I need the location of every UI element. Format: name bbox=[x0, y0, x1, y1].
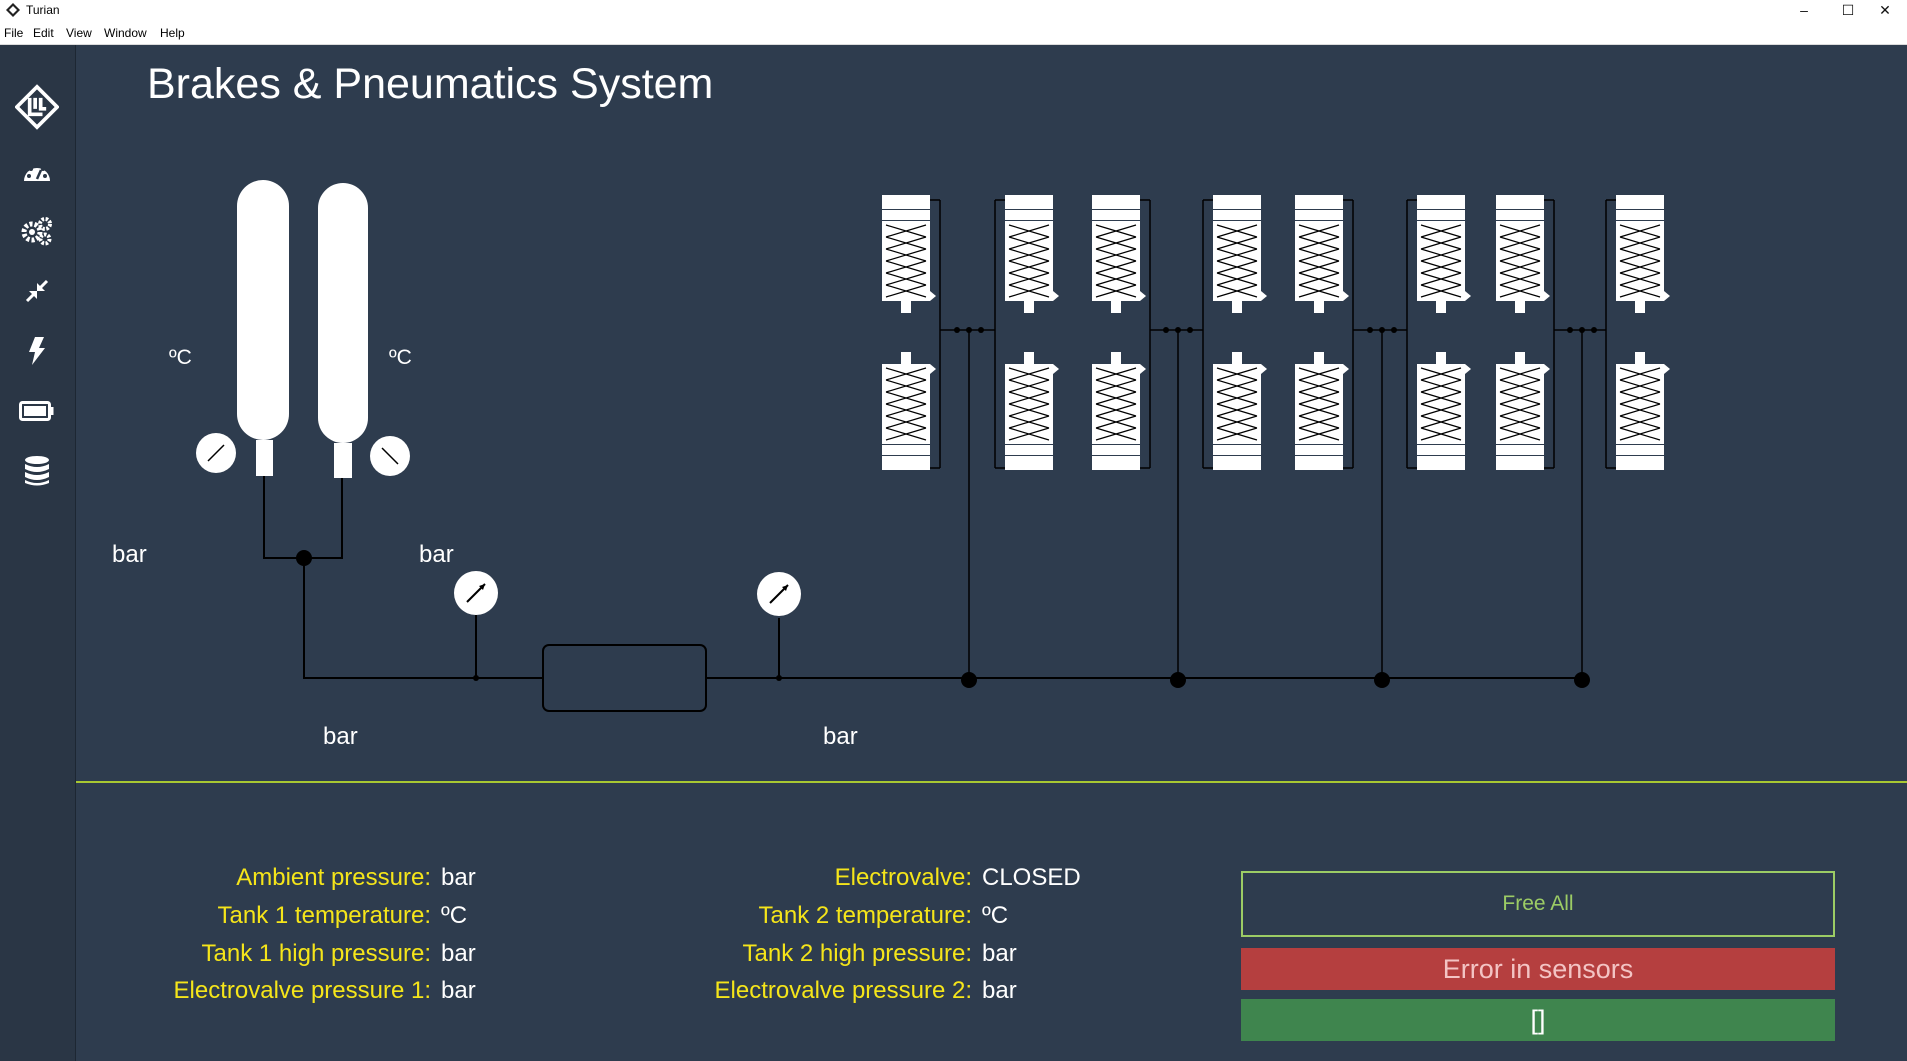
electrovalve-pressure2-key: Electrovalve pressure 2: bbox=[714, 977, 972, 1004]
manifold-junction-1 bbox=[961, 672, 977, 688]
menu-help[interactable]: Help bbox=[160, 26, 185, 40]
lightning-bolt-icon[interactable] bbox=[17, 331, 57, 371]
brake-actuator-top-1 bbox=[882, 195, 936, 313]
menu-edit[interactable]: Edit bbox=[33, 26, 54, 40]
tank1-temperature-label: ºC bbox=[169, 346, 192, 369]
brake-actuators bbox=[882, 195, 1670, 688]
electrovalve-pressure1-value: bar bbox=[441, 977, 476, 1004]
brake-actuator-bottom-1 bbox=[882, 352, 936, 470]
error-in-sensors-button[interactable]: Error in sensors bbox=[1241, 948, 1835, 990]
brake-actuator-bottom-5 bbox=[1295, 352, 1349, 470]
brake-actuator-bottom-7 bbox=[1496, 352, 1550, 470]
logo-icon[interactable] bbox=[15, 84, 59, 130]
brake-actuator-bottom-4 bbox=[1213, 352, 1267, 470]
actuator-pipe-group-1 bbox=[930, 199, 1005, 678]
brake-actuator-top-6 bbox=[1417, 195, 1471, 313]
actuator-pipe-group-3 bbox=[1343, 199, 1417, 678]
window-title: Turian bbox=[26, 3, 60, 17]
gears-icon[interactable] bbox=[17, 211, 57, 251]
free-all-button[interactable]: Free All bbox=[1241, 871, 1835, 937]
tank2-temperature-label: ºC bbox=[389, 346, 412, 369]
tank2-pressure-value: bar bbox=[982, 940, 1017, 967]
pipe-junctions bbox=[296, 550, 782, 681]
electrovalve-key: Electrovalve: bbox=[834, 864, 972, 891]
brake-actuator-bottom-6 bbox=[1417, 352, 1471, 470]
menu-file[interactable]: File bbox=[4, 26, 23, 40]
tank1-temperature-value: ºC bbox=[441, 902, 468, 929]
electrovalve-pressure1-key: Electrovalve pressure 1: bbox=[173, 977, 431, 1004]
tank2-pressure-key: Tank 2 high pressure: bbox=[742, 940, 972, 967]
brake-actuator-top-7 bbox=[1496, 195, 1550, 313]
pneumatic-diagram bbox=[196, 180, 1670, 712]
tank1-pressure-key: Tank 1 high pressure: bbox=[201, 940, 431, 967]
database-icon[interactable] bbox=[17, 451, 57, 491]
tank1-pressure-label: bar bbox=[112, 541, 147, 568]
electrovalve-pressure-gauge bbox=[757, 572, 801, 616]
brake-actuator-bottom-2 bbox=[1005, 352, 1059, 470]
compress-arrows-icon[interactable] bbox=[17, 271, 57, 311]
brake-actuator-top-8 bbox=[1616, 195, 1670, 313]
electrovalve-pressure-label: bar bbox=[823, 723, 858, 750]
dashboard-gauge-icon[interactable] bbox=[17, 152, 57, 192]
line-pressure-gauge bbox=[454, 571, 498, 618]
manifold-junction-3 bbox=[1374, 672, 1390, 688]
electrovalve-value: CLOSED bbox=[982, 864, 1081, 891]
window-titlebar: Turian – ☐ ✕ bbox=[0, 0, 1907, 22]
manifold-junction-2 bbox=[1170, 672, 1186, 688]
tank1-temperature-key: Tank 1 temperature: bbox=[217, 902, 431, 929]
battery-icon[interactable] bbox=[17, 391, 57, 431]
tank-1 bbox=[237, 180, 289, 476]
ambient-pressure-value: bar bbox=[441, 864, 476, 891]
tank-2 bbox=[318, 183, 368, 478]
tank2-pressure-gauge bbox=[370, 436, 410, 476]
brake-actuator-bottom-8 bbox=[1616, 352, 1670, 470]
section-divider bbox=[76, 781, 1907, 783]
brake-actuator-top-5 bbox=[1295, 195, 1349, 313]
tank2-pressure-label: bar bbox=[419, 541, 454, 568]
manifold-junction-4 bbox=[1574, 672, 1590, 688]
menu-window[interactable]: Window bbox=[104, 26, 147, 40]
tank1-pressure-gauge bbox=[196, 433, 236, 473]
brake-actuator-top-4 bbox=[1213, 195, 1267, 313]
menu-bar: File Edit View Window Help bbox=[0, 22, 1907, 45]
tank2-temperature-key: Tank 2 temperature: bbox=[758, 902, 972, 929]
brake-actuator-top-2 bbox=[1005, 195, 1059, 313]
status-ok-button[interactable]: [] bbox=[1241, 999, 1835, 1041]
brake-actuator-bottom-3 bbox=[1092, 352, 1146, 470]
actuator-pipe-group-2 bbox=[1140, 199, 1213, 678]
line-pressure-label: bar bbox=[323, 723, 358, 750]
sidebar bbox=[0, 45, 76, 1061]
ambient-pressure-key: Ambient pressure: bbox=[236, 864, 431, 891]
actuator-pipe-group-4 bbox=[1544, 199, 1616, 678]
tank1-pressure-value: bar bbox=[441, 940, 476, 967]
filter-unit bbox=[542, 644, 707, 712]
app-icon bbox=[6, 3, 20, 17]
minimize-button[interactable]: – bbox=[1782, 0, 1826, 22]
brake-actuator-top-3 bbox=[1092, 195, 1146, 313]
close-button[interactable]: ✕ bbox=[1863, 0, 1907, 22]
electrovalve-pressure2-value: bar bbox=[982, 977, 1017, 1004]
menu-view[interactable]: View bbox=[66, 26, 92, 40]
tank2-temperature-value: ºC bbox=[982, 902, 1009, 929]
